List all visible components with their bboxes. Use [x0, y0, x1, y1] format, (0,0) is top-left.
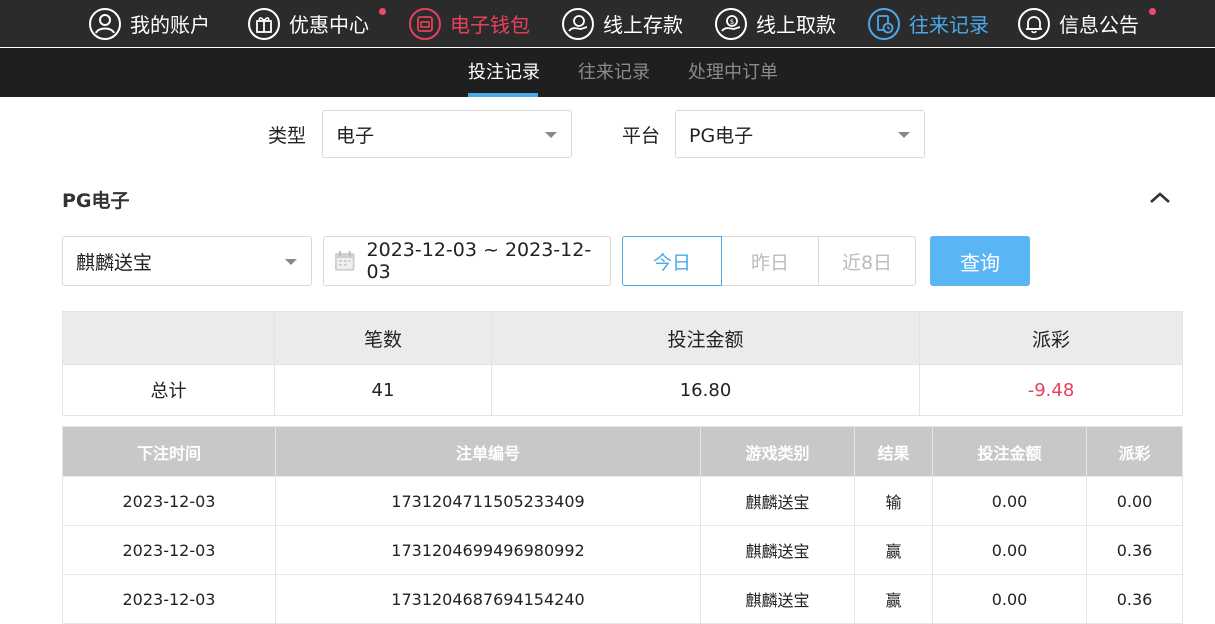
wallet-icon	[408, 7, 442, 41]
notification-badge	[1149, 8, 1156, 15]
cell-bet-id: 1731204711505233409	[275, 476, 701, 526]
nav-item-label: 往来记录	[909, 13, 989, 37]
cell-result: 输	[854, 476, 933, 526]
quick-date-group: 今日 昨日 近8日	[622, 236, 916, 286]
notification-badge	[379, 8, 386, 15]
platform-select[interactable]: PG电子	[675, 110, 925, 158]
last-8-days-button[interactable]: 近8日	[818, 236, 916, 286]
cell-bet-id: 1731204687694154240	[275, 574, 701, 624]
table-row[interactable]: 2023-12-03 1731204711505233409 麒麟送宝 输 0.…	[62, 476, 1183, 526]
type-select-value: 电子	[336, 124, 375, 147]
summary-table: 笔数 投注金额 派彩 总计 41 16.80 -9.48	[62, 311, 1183, 416]
cell-bet-time: 2023-12-03	[62, 574, 276, 624]
section-title: PG电子	[62, 190, 130, 212]
cell-game-type: 麒麟送宝	[700, 476, 855, 526]
game-select-value: 麒麟送宝	[76, 251, 153, 274]
nav-item-label: 线上取款	[756, 13, 836, 37]
cell-payout: 0.36	[1086, 574, 1183, 624]
cell-bet-time: 2023-12-03	[62, 525, 276, 575]
nav-item-label: 信息公告	[1059, 13, 1139, 37]
cell-payout: 0.36	[1086, 525, 1183, 575]
nav-item-label: 电子钱包	[450, 13, 530, 37]
summary-total-row: 总计 41 16.80 -9.48	[62, 364, 1183, 416]
cell-result: 赢	[854, 574, 933, 624]
table-row[interactable]: 2023-12-03 1731204687694154240 麒麟送宝 赢 0.…	[62, 574, 1183, 624]
yesterday-button[interactable]: 昨日	[721, 236, 819, 286]
nav-item-online-deposit[interactable]: 线上存款	[561, 0, 683, 47]
summary-header-count: 笔数	[274, 311, 492, 365]
nav-item-label: 线上存款	[603, 13, 683, 37]
cell-bet-amount: 0.00	[932, 574, 1087, 624]
tab-bet-records[interactable]: 投注记录	[468, 48, 540, 97]
search-button[interactable]: 查询	[930, 236, 1030, 286]
summary-header-cell	[62, 311, 275, 365]
summary-bet-amount-value: 16.80	[491, 364, 920, 416]
nav-item-label: 优惠中心	[289, 13, 369, 37]
platform-label: 平台	[622, 125, 661, 147]
summary-header-row: 笔数 投注金额 派彩	[62, 311, 1183, 365]
svg-text:$: $	[730, 18, 734, 26]
records-header-row: 下注时间 注单编号 游戏类别 结果 投注金额 派彩	[62, 426, 1183, 477]
nav-item-online-withdraw[interactable]: $ 线上取款	[714, 0, 836, 47]
gift-icon	[247, 7, 281, 41]
type-label: 类型	[268, 125, 307, 147]
summary-count-value: 41	[274, 364, 492, 416]
cell-game-type: 麒麟送宝	[700, 525, 855, 575]
calendar-icon	[334, 251, 355, 271]
nav-item-announcements[interactable]: 信息公告	[1017, 0, 1156, 47]
game-select[interactable]: 麒麟送宝	[62, 236, 312, 286]
deposit-icon	[561, 7, 595, 41]
date-range-picker[interactable]: 2023-12-03 ~ 2023-12-03	[323, 236, 611, 286]
cell-game-type: 麒麟送宝	[700, 574, 855, 624]
cell-payout: 0.00	[1086, 476, 1183, 526]
header-bet-id: 注单编号	[275, 426, 701, 477]
bet-records-table: 下注时间 注单编号 游戏类别 结果 投注金额 派彩 2023-12-03 173…	[62, 426, 1183, 624]
cell-bet-amount: 0.00	[932, 476, 1087, 526]
nav-item-e-wallet[interactable]: 电子钱包	[408, 0, 530, 47]
header-result: 结果	[854, 426, 933, 477]
header-bet-time: 下注时间	[62, 426, 276, 477]
user-icon	[88, 7, 122, 41]
header-payout: 派彩	[1086, 426, 1183, 477]
bell-icon	[1017, 7, 1051, 41]
summary-header-payout: 派彩	[919, 311, 1183, 365]
caret-down-icon	[285, 259, 297, 265]
tab-transaction-records[interactable]: 往来记录	[578, 48, 650, 97]
sub-nav: 投注记录 往来记录 处理中订单	[0, 48, 1215, 97]
header-game-type: 游戏类别	[700, 426, 855, 477]
summary-total-label: 总计	[62, 364, 275, 416]
type-select[interactable]: 电子	[322, 110, 572, 158]
caret-down-icon	[545, 132, 557, 138]
records-icon	[867, 7, 901, 41]
cell-bet-time: 2023-12-03	[62, 476, 276, 526]
nav-item-my-account[interactable]: 我的账户	[88, 0, 210, 47]
tab-pending-orders[interactable]: 处理中订单	[688, 48, 778, 97]
header-bet-amount: 投注金额	[932, 426, 1087, 477]
summary-header-bet-amount: 投注金额	[491, 311, 920, 365]
table-row[interactable]: 2023-12-03 1731204699496980992 麒麟送宝 赢 0.…	[62, 525, 1183, 575]
nav-item-transaction-records[interactable]: 往来记录	[867, 0, 989, 47]
caret-down-icon	[898, 132, 910, 138]
nav-item-label: 我的账户	[130, 13, 210, 37]
withdraw-icon: $	[714, 7, 748, 41]
top-nav: 我的账户 优惠中心 电子钱包 线上存款 $ 线上取款 往来记录 信息公告	[0, 0, 1215, 47]
active-tab-indicator	[468, 93, 538, 97]
platform-select-value: PG电子	[689, 124, 754, 147]
today-button[interactable]: 今日	[622, 236, 722, 286]
date-range-value: 2023-12-03 ~ 2023-12-03	[366, 239, 592, 283]
cell-bet-id: 1731204699496980992	[275, 525, 701, 575]
cell-bet-amount: 0.00	[932, 525, 1087, 575]
chevron-up-icon[interactable]	[1148, 186, 1172, 210]
summary-payout-value: -9.48	[919, 364, 1183, 416]
nav-item-promotions[interactable]: 优惠中心	[247, 0, 386, 47]
cell-result: 赢	[854, 525, 933, 575]
